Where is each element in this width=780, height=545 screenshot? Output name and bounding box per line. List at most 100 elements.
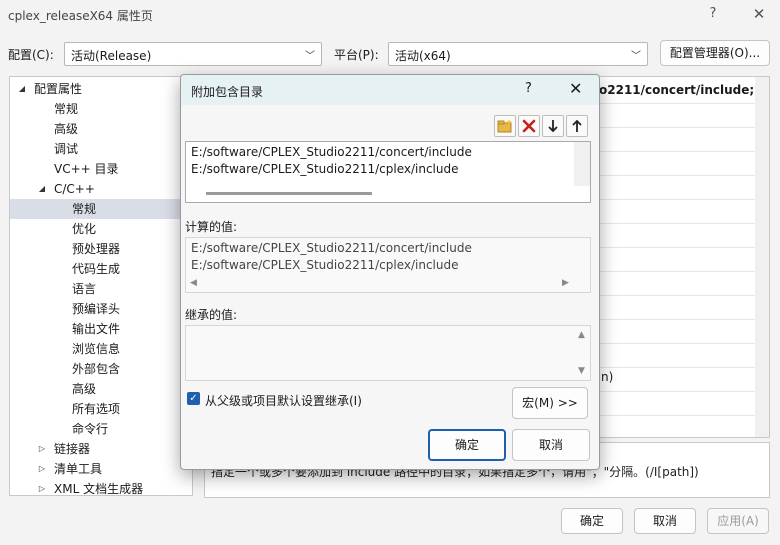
inherit-checkbox[interactable]: ✓ [187,392,200,405]
tree-item-label: 预处理器 [72,242,121,256]
footer-cancel-button[interactable]: 取消 [634,508,696,534]
move-down-button[interactable] [542,115,564,137]
tree-item[interactable]: ▷ XML 文档生成器 [10,479,192,496]
collapse-arrow-icon[interactable]: ◢ [16,79,28,99]
scroll-right-icon[interactable]: ▶ [562,278,569,288]
config-manager-button[interactable]: 配置管理器(O)... [660,40,770,66]
include-dirs-list[interactable]: E:/software/CPLEX_Studio2211/concert/inc… [185,141,591,203]
tree-item[interactable]: 调试 [10,139,192,159]
delete-icon [522,119,536,133]
inherited-values-box: ▲ ▼ [185,325,591,381]
grid-row-divider [591,103,755,104]
arrow-down-icon [548,120,558,133]
platform-label: 平台(P): [334,48,379,62]
tree-item-label: 高级 [54,122,79,136]
grid-row-divider [591,391,755,392]
dialog-close-button[interactable]: ✕ [569,79,582,98]
window-close-button[interactable]: ✕ [746,4,772,24]
grid-row-divider [591,127,755,128]
dialog-title: 附加包含目录 [191,85,264,99]
grid-value-text: o2211/concert/include;E:/ [599,83,770,97]
list-scroll-corner [574,142,590,186]
scroll-down-icon[interactable]: ▼ [578,366,585,376]
property-tree[interactable]: ◢ 配置属性 常规 高级 调试 VC++ 目录 ◢ C/C++ 常规 优化 预处理器 代码生成 语言 预编… [9,76,193,496]
tree-item-label: 优化 [72,222,97,236]
tree-item-label: 预编译头 [72,302,121,316]
tree-item[interactable]: ◢ 配置属性 [10,79,192,99]
platform-select[interactable]: 活动(x64) ﹀ [388,42,648,66]
tree-item[interactable]: 所有选项 [10,399,192,419]
tree-item-label: XML 文档生成器 [54,482,144,496]
tree-item-label: 清单工具 [54,462,103,476]
inherit-checkbox-label[interactable]: 从父级或项目默认设置继承(I) [205,392,362,409]
dialog-cancel-button[interactable]: 取消 [512,429,590,461]
grid-row-divider [591,367,755,368]
tree-item[interactable]: 优化 [10,219,192,239]
footer-apply-button[interactable]: 应用(A) [707,508,769,534]
scroll-up-icon[interactable]: ▲ [578,330,585,340]
window-help-button[interactable]: ? [700,4,726,24]
tree-item[interactable]: ▷ 链接器 [10,439,192,459]
tree-item[interactable]: ◢ C/C++ [10,179,192,199]
tree-item[interactable]: VC++ 目录 [10,159,192,179]
tree-item-label: 输出文件 [72,322,121,336]
grid-scrollbar[interactable] [755,77,769,437]
dialog-titlebar: 附加包含目录 ? ✕ [181,75,599,105]
grid-row-divider [591,175,755,176]
expand-arrow-icon[interactable]: ▷ [36,479,48,495]
tree-item-label: 高级 [72,382,97,396]
tree-item[interactable]: 代码生成 [10,259,192,279]
dialog-help-button[interactable]: ? [525,81,532,96]
tree-item-label: 浏览信息 [72,342,121,356]
list-item[interactable]: E:/software/CPLEX_Studio2211/cplex/inclu… [191,162,459,176]
tree-item-label: 所有选项 [72,402,121,416]
chevron-down-icon: ﹀ [305,51,315,62]
tree-item-label: 命令行 [72,422,109,436]
new-folder-icon [497,119,512,133]
grid-row-divider [591,151,755,152]
grid-row-divider [591,247,755,248]
list-horizontal-scrollbar[interactable] [206,192,372,195]
tree-item[interactable]: 外部包含 [10,359,192,379]
tree-item-label: VC++ 目录 [54,162,119,176]
new-line-button[interactable] [494,115,516,137]
computed-values-label: 计算的值: [185,220,238,234]
move-up-button[interactable] [566,115,588,137]
tree-item[interactable]: 常规 [10,199,192,219]
inherited-values-label: 继承的值: [185,308,238,322]
tree-item[interactable]: 语言 [10,279,192,299]
arrow-up-icon [572,119,582,132]
dialog-ok-button[interactable]: 确定 [428,429,506,461]
expand-arrow-icon[interactable]: ▷ [36,459,48,479]
macros-button[interactable]: 宏(M) >> [512,387,588,419]
scroll-left-icon[interactable]: ◀ [190,278,197,288]
list-item[interactable]: E:/software/CPLEX_Studio2211/concert/inc… [191,145,472,159]
tree-item[interactable]: 预处理器 [10,239,192,259]
window-titlebar: cplex_releaseX64 属性页 ? ✕ [0,0,780,30]
tree-item[interactable]: ▷ 清单工具 [10,459,192,479]
tree-item[interactable]: 高级 [10,379,192,399]
grid-row-divider [591,271,755,272]
tree-item[interactable]: 高级 [10,119,192,139]
chevron-down-icon: ﹀ [631,51,641,62]
tree-item[interactable]: 常规 [10,99,192,119]
tree-item[interactable]: 输出文件 [10,319,192,339]
tree-item[interactable]: 浏览信息 [10,339,192,359]
tree-item-label: 代码生成 [72,262,121,276]
collapse-arrow-icon[interactable]: ◢ [36,179,48,199]
tree-item-label: 常规 [72,202,97,216]
computed-item: E:/software/CPLEX_Studio2211/cplex/inclu… [191,258,459,272]
computed-item: E:/software/CPLEX_Studio2211/concert/inc… [191,241,472,255]
grid-row-divider [591,295,755,296]
tree-item-label: C/C++ [54,182,95,196]
tree-item[interactable]: 预编译头 [10,299,192,319]
config-label: 配置(C): [8,48,54,62]
tree-item-label: 常规 [54,102,79,116]
delete-line-button[interactable] [518,115,540,137]
tree-item[interactable]: 命令行 [10,419,192,439]
config-select[interactable]: 活动(Release) ﹀ [64,42,322,66]
footer-ok-button[interactable]: 确定 [561,508,623,534]
grid-snippet-text: n) [601,370,614,384]
expand-arrow-icon[interactable]: ▷ [36,439,48,459]
grid-row-divider [591,415,755,416]
